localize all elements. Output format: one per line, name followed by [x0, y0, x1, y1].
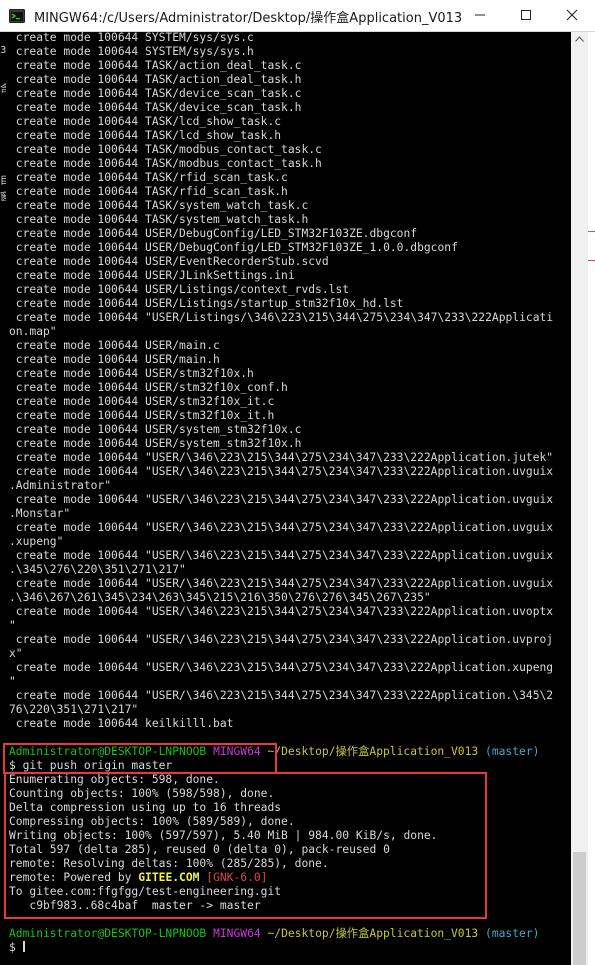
title-bar[interactable]: MINGW64:/c/Users/Administrator/Desktop/操… [0, 0, 595, 32]
window-title: MINGW64:/c/Users/Administrator/Desktop/操… [34, 11, 463, 26]
history-line: .\346\267\261\345\234\263\345\215\216\35… [9, 591, 431, 604]
history-line: create mode 100644 SYSTEM/sys/sys.h [9, 45, 254, 58]
history-line: create mode 100644 USER/DebugConfig/LED_… [9, 227, 418, 240]
history-line: create mode 100644 TASK/system_watch_tas… [9, 199, 309, 212]
annotation-box-push-output [4, 772, 487, 919]
prompt-branch: (master) [485, 745, 540, 758]
background-text-fragment: 窗 [0, 192, 6, 202]
history-line: create mode 100644 USER/stm32f10x_it.h [9, 409, 275, 422]
background-window-edge [588, 32, 595, 965]
history-line: .xupeng" [9, 535, 64, 548]
history-line: create mode 100644 USER/main.h [9, 353, 220, 366]
maximize-icon [521, 10, 531, 20]
history-line: create mode 100644 TASK/device_scan_task… [9, 101, 302, 114]
history-line: create mode 100644 "USER/\346\223\215\34… [9, 521, 554, 534]
history-line: create mode 100644 USER/Listings/context… [9, 283, 350, 296]
history-line: .Monstar" [9, 507, 71, 520]
history-line: create mode 100644 "USER/\346\223\215\34… [9, 661, 554, 674]
close-icon [566, 9, 578, 21]
history-line: create mode 100644 USER/stm32f10x.h [9, 367, 254, 380]
history-line: create mode 100644 USER/main.c [9, 339, 220, 352]
background-text-fragment: 含 [0, 84, 6, 94]
background-red-mark [588, 231, 595, 232]
history-line: create mode 100644 USER/EventRecorderStu… [9, 255, 329, 268]
history-line: create mode 100644 "USER/Listings/\346\2… [9, 311, 554, 324]
history-line: create mode 100644 USER/DebugConfig/LED_… [9, 241, 458, 254]
text-cursor [22, 941, 25, 952]
history-line: 76\220\351\271\217" [9, 703, 139, 716]
scroll-up-arrow-icon[interactable] [575, 36, 584, 42]
history-line: create mode 100644 "USER/\346\223\215\34… [9, 549, 554, 562]
history-line: create mode 100644 USER/Listings/startup… [9, 297, 404, 310]
history-line: on.map" [9, 325, 57, 338]
history-line: create mode 100644 TASK/modbus_contact_t… [9, 157, 322, 170]
history-line: create mode 100644 USER/system_stm32f10x… [9, 423, 302, 436]
history-line: x" [9, 647, 23, 660]
minimize-icon [475, 14, 485, 16]
history-line: create mode 100644 TASK/modbus_contact_t… [9, 143, 322, 156]
history-line: create mode 100644 TASK/action_deal_task… [9, 59, 302, 72]
vertical-scrollbar[interactable] [571, 32, 588, 965]
prompt-path: ~/Desktop/操作盒Application_V013 [267, 927, 479, 940]
history-line: create mode 100644 TASK/rfid_scan_task.h [9, 185, 288, 198]
history-line: create mode 100644 "USER/\346\223\215\34… [9, 633, 554, 646]
prompt-shell: MINGW64 [213, 927, 261, 940]
minimize-button[interactable] [457, 0, 503, 31]
history-line: create mode 100644 TASK/rfid_scan_task.c [9, 171, 288, 184]
history-line: create mode 100644 "USER/\346\223\215\34… [9, 493, 554, 506]
maximize-button[interactable] [503, 0, 549, 31]
history-line: create mode 100644 keilkilll.bat [9, 717, 234, 730]
history-line: create mode 100644 "USER/\346\223\215\34… [9, 451, 554, 464]
history-line: create mode 100644 "USER/\346\223\215\34… [9, 465, 554, 478]
history-line: create mode 100644 TASK/action_deal_task… [9, 73, 302, 86]
history-line: create mode 100644 USER/stm32f10x_conf.h [9, 381, 288, 394]
prompt-user-host: Administrator@DESKTOP-LNPNOOB [9, 927, 207, 940]
prompt-branch: (master) [485, 927, 540, 940]
background-text-fragment: 3 [0, 45, 6, 56]
background-text-fragment: 目 [0, 176, 6, 186]
history-line: create mode 100644 SYSTEM/sys/sys.c [9, 32, 254, 44]
history-line: " [9, 675, 16, 688]
history-line: " [9, 619, 16, 632]
mingw-app-icon [9, 9, 25, 23]
prompt-line: Administrator@DESKTOP-LNPNOOB MINGW64 ~/… [9, 927, 569, 941]
history-line: create mode 100644 "USER/\346\223\215\34… [9, 689, 554, 702]
history-line: create mode 100644 "USER/\346\223\215\34… [9, 577, 554, 590]
history-line: create mode 100644 USER/system_stm32f10x… [9, 437, 302, 450]
annotation-box-command [3, 743, 277, 774]
close-button[interactable] [549, 0, 595, 31]
scrollbar-thumb[interactable] [573, 852, 586, 965]
history-line: .Administrator" [9, 479, 112, 492]
history-line: create mode 100644 USER/JLinkSettings.in… [9, 269, 295, 282]
terminal-window: MINGW64:/c/Users/Administrator/Desktop/操… [0, 0, 595, 965]
input-line[interactable]: $ [9, 941, 569, 955]
history-line: create mode 100644 TASK/lcd_show_task.c [9, 115, 282, 128]
history-line: create mode 100644 TASK/system_watch_tas… [9, 213, 309, 226]
history-line: create mode 100644 "USER/\346\223\215\34… [9, 605, 554, 618]
prompt-path: ~/Desktop/操作盒Application_V013 [267, 745, 479, 758]
final-prompt: $ [9, 941, 23, 954]
history-line: create mode 100644 TASK/lcd_show_task.h [9, 129, 282, 142]
history-line: create mode 100644 TASK/device_scan_task… [9, 87, 302, 100]
history-line: .\345\276\220\351\271\217" [9, 563, 186, 576]
background-red-mark [588, 260, 595, 261]
history-line: create mode 100644 USER/stm32f10x_it.c [9, 395, 275, 408]
